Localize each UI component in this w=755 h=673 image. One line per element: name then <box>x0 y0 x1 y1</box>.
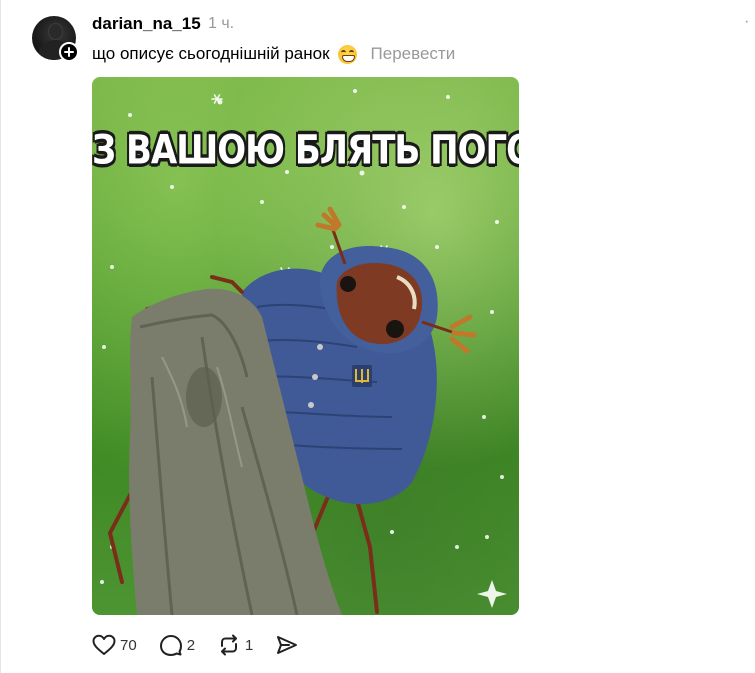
more-options-icon[interactable]: · <box>744 14 749 30</box>
meme-caption-text: З ВАШОЮ БЛЯТЬ ПОГОДОЮ <box>92 127 519 175</box>
repost-count: 1 <box>245 636 254 654</box>
share-button[interactable] <box>275 634 299 656</box>
reply-count: 2 <box>186 636 196 654</box>
post-caption: що описує сьогоднішній ранок Перевести <box>92 44 455 64</box>
reply-button[interactable]: 2 <box>159 634 195 656</box>
post-image[interactable]: З ВАШОЮ БЛЯТЬ ПОГОДОЮ <box>92 77 519 615</box>
follow-plus-icon[interactable] <box>59 42 79 62</box>
repost-button[interactable]: 1 <box>217 634 253 656</box>
post: darian_na_15 1 ч. · що описує сьогоднішн… <box>0 0 755 673</box>
grinning-face-emoji-icon <box>337 44 357 64</box>
post-timestamp[interactable]: 1 ч. <box>208 15 234 33</box>
caption-text: що описує сьогоднішній ранок <box>92 44 330 63</box>
like-button[interactable]: 70 <box>92 634 137 656</box>
avatar-container[interactable] <box>32 16 79 62</box>
comment-icon <box>159 635 182 656</box>
heart-icon <box>92 634 116 655</box>
repost-icon <box>221 634 238 656</box>
avatar-silhouette-head <box>48 23 63 40</box>
translate-link[interactable]: Перевести <box>371 44 456 64</box>
post-actions-bar: 70 2 1 <box>92 632 321 658</box>
username-link[interactable]: darian_na_15 <box>92 14 201 34</box>
send-icon <box>277 636 298 654</box>
like-count: 70 <box>120 636 137 654</box>
